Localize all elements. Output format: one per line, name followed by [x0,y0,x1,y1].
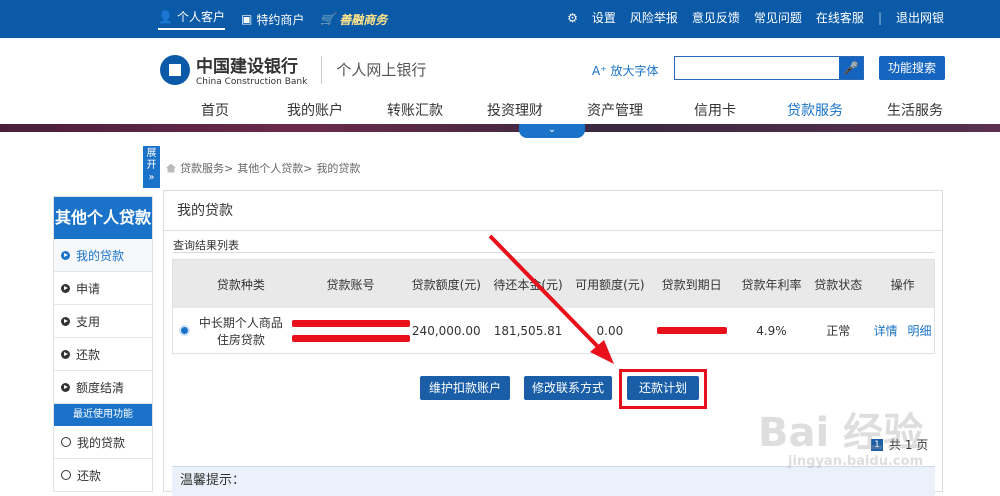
redaction-mark [656,327,727,334]
function-search-button[interactable]: 功能搜索 [879,56,945,80]
edit-contact-button[interactable]: 修改联系方式 [524,376,612,400]
expand-sidebar-tab[interactable]: 展开 » [143,146,160,188]
double-chevron-right-icon: » [148,172,155,183]
cart-icon: 🛒 [320,12,336,26]
play-circle-icon [61,250,70,260]
actions-cell: 详情 明细 [871,322,934,339]
rate-cell: 4.9% [756,323,787,338]
feedback-link[interactable]: 意见反馈 [692,9,740,26]
sidebar-item-my-loans[interactable]: 我的贷款 [54,239,152,272]
nav-my-account[interactable]: 我的账户 [265,100,365,120]
play-circle-icon [61,382,70,392]
col-due-date: 贷款到期日 [661,277,722,292]
top-bar: 👤 个人客户 ▣ 特约商户 🛒 善融商务 ⚙ 设置 风险举报 意见反馈 常见问题… [0,0,1000,38]
search-input[interactable] [675,57,839,79]
table-row: 中长期个人商品 住房贷款 240,000.00 181,505.81 0.00 … [173,308,934,353]
col-loan-type: 贷款种类 [216,277,265,292]
col-status: 贷款状态 [814,277,863,292]
col-principal: 待还本金(元) [493,277,563,292]
faq-link[interactable]: 常见问题 [754,9,802,26]
gear-icon[interactable]: ⚙ [567,11,578,25]
loan-table: 贷款种类 贷款账号 贷款额度(元) 待还本金(元) 可用额度(元) 贷款到期日 … [172,259,935,354]
col-actions: 操作 [890,277,915,292]
main-nav: 首页 我的账户 转账汇款 投资理财 资产管理 信用卡 贷款服务 生活服务 [165,100,965,120]
breadcrumb: 贷款服务> 其他个人贷款> 我的贷款 [166,160,360,176]
sidebar-item-settle[interactable]: 额度结清 [54,371,152,404]
detail-link[interactable]: 详情 [874,324,898,338]
breadcrumb-loan-service[interactable]: 贷款服务> [180,160,233,176]
nav-investment[interactable]: 投资理财 [465,100,565,120]
sidebar-item-repay[interactable]: 还款 [54,338,152,371]
clock-icon [61,470,71,480]
online-service-link[interactable]: 在线客服 [816,9,864,26]
play-circle-icon [61,283,70,293]
font-size-icon: A⁺ [592,63,607,78]
play-circle-icon [61,316,70,326]
collapse-down-toggle[interactable]: ⌄ [519,124,585,138]
sidebar-item-withdraw[interactable]: 支用 [54,305,152,338]
breadcrumb-other-loans[interactable]: 其他个人贷款> [237,160,312,176]
col-rate: 贷款年利率 [741,277,802,292]
col-account: 贷款账号 [326,277,375,292]
nav-transfer[interactable]: 转账汇款 [365,100,465,120]
shop-icon: ▣ [240,12,253,26]
sidebar-title: 其他个人贷款 [54,197,152,239]
row-select-radio[interactable] [179,325,190,336]
loan-type-cell: 中长期个人商品 住房贷款 [198,315,283,347]
due-date-cell-redacted [646,324,738,337]
personal-customer-tab[interactable]: 👤 个人客户 [158,8,225,30]
status-cell: 正常 [826,324,851,338]
account-cell-redacted [291,317,411,345]
highlight-box [619,369,707,409]
available-cell: 0.00 [596,323,624,338]
nav-home[interactable]: 首页 [165,100,265,120]
bank-name-en: China Construction Bank [196,77,308,87]
sidebar: 其他个人贷款 我的贷款 申请 支用 还款 额度结清 最近使用功能 我的贷款 还款 [53,196,153,492]
user-icon: 👤 [158,9,173,24]
ccb-logo-icon [160,54,190,85]
settings-link[interactable]: 设置 [592,9,616,26]
maintain-debit-account-button[interactable]: 维护扣款账户 [420,376,510,400]
shanrong-link[interactable]: 🛒 善融商务 [320,11,387,28]
recent-item-my-loans[interactable]: 我的贷款 [54,426,152,459]
microphone-icon[interactable]: 🎤 [839,57,863,79]
nav-asset-management[interactable]: 资产管理 [565,100,665,120]
chevron-down-icon: ⌄ [547,124,557,135]
site-subtitle: 个人网上银行 [336,61,427,79]
result-list-title: 查询结果列表 [173,239,239,252]
nav-credit-card[interactable]: 信用卡 [665,100,765,120]
banner-strip [0,124,1000,132]
recent-functions-header: 最近使用功能 [54,404,152,426]
divider [173,252,934,253]
separator: | [877,10,882,25]
amount-cell: 240,000.00 [411,323,481,338]
home-icon[interactable] [166,163,176,173]
col-available: 可用额度(元) [575,277,645,292]
nav-loan-service[interactable]: 贷款服务 [765,100,865,120]
header: 中国建设银行 China Construction Bank 个人网上银行 A⁺… [0,38,1000,124]
bank-name-cn: 中国建设银行 [196,57,298,77]
logo-divider [321,55,323,84]
clock-icon [61,437,71,447]
search-box: 🎤 [674,56,864,80]
col-amount: 贷款额度(元) [411,277,481,292]
merchant-tab[interactable]: ▣ 特约商户 [241,11,304,28]
breakdown-link[interactable]: 明细 [908,324,932,338]
baidu-watermark: Bai 经验 jingyan.baidu.com [758,410,924,469]
table-header: 贷款种类 贷款账号 贷款额度(元) 待还本金(元) 可用额度(元) 贷款到期日 … [173,260,934,308]
sidebar-item-apply[interactable]: 申请 [54,272,152,305]
logout-link[interactable]: 退出网银 [896,9,944,26]
bank-logo[interactable]: 中国建设银行 China Construction Bank 个人网上银行 [160,52,426,87]
principal-cell: 181,505.81 [493,323,563,338]
panel-title: 我的贷款 [164,191,942,231]
risk-report-link[interactable]: 风险举报 [630,9,678,26]
redaction-mark [291,334,410,342]
nav-life-service[interactable]: 生活服务 [865,100,965,120]
enlarge-font-button[interactable]: A⁺ 放大字体 [592,62,659,79]
recent-item-repay[interactable]: 还款 [54,459,152,492]
play-circle-icon [61,349,70,359]
breadcrumb-my-loans: 我的贷款 [316,162,361,175]
redaction-mark [291,319,410,327]
